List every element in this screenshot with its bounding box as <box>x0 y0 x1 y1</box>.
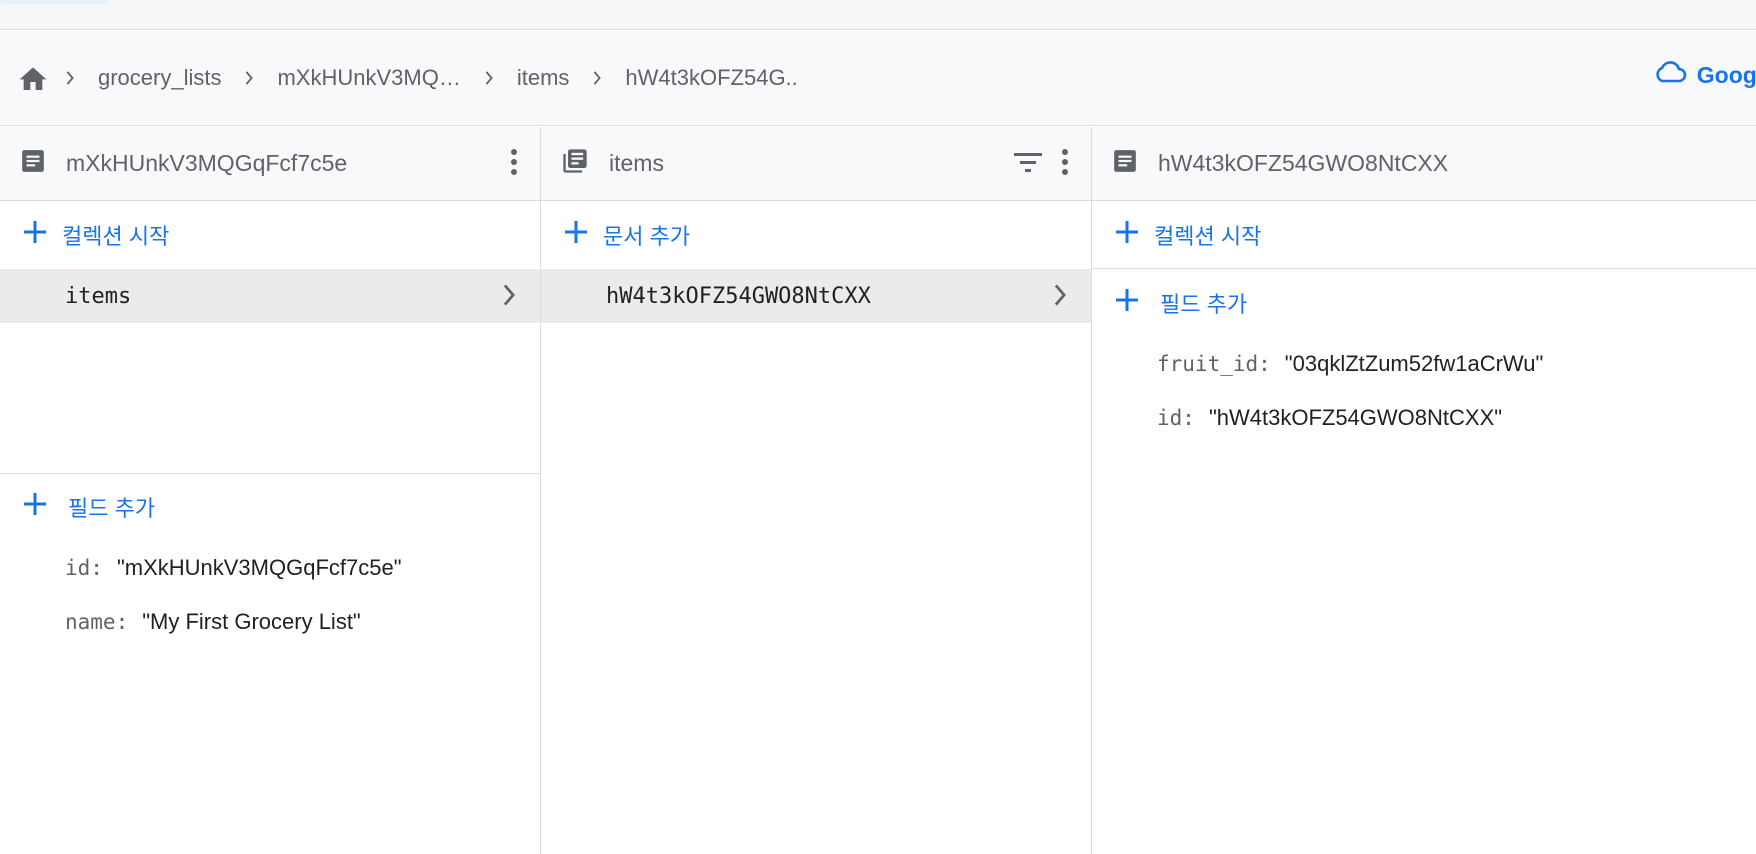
chevron-right-icon <box>229 66 269 90</box>
document-id: hW4t3kOFZ54GWO8NtCXX <box>606 283 871 309</box>
breadcrumb-item-items[interactable]: items <box>509 65 578 91</box>
field-value: "03qklZtZum52fw1aCrWu" <box>1284 351 1544 376</box>
chevron-right-icon <box>502 284 516 312</box>
field-key: id: <box>65 556 103 580</box>
plus-icon <box>1114 287 1140 319</box>
more-vert-icon[interactable] <box>1061 148 1069 181</box>
plus-icon <box>1114 219 1140 251</box>
plus-icon <box>563 219 589 251</box>
document-icon <box>20 148 46 179</box>
document-panel-title: mXkHUnkV3MQGqFcf7c5e <box>66 150 348 176</box>
field-value: "mXkHUnkV3MQGqFcf7c5e" <box>116 555 402 580</box>
add-document-label: 문서 추가 <box>603 224 691 249</box>
collection-panel: items 문서 추가 hW4t3kOFZ54GWO8NtCXX <box>541 127 1092 854</box>
field-value: "hW4t3kOFZ54GWO8NtCXX" <box>1208 405 1503 430</box>
document-panel-header: mXkHUnkV3MQGqFcf7c5e <box>0 127 540 201</box>
subcollection-name: items <box>65 283 132 309</box>
start-collection-label: 컬렉션 시작 <box>62 224 170 249</box>
chevron-right-icon <box>577 66 617 90</box>
document-icon <box>1112 148 1138 179</box>
field-row[interactable]: id: "mXkHUnkV3MQGqFcf7c5e" <box>65 541 541 595</box>
field-key: name: <box>65 610 129 634</box>
field-key: id: <box>1157 406 1195 430</box>
field-key: fruit_id: <box>1157 352 1271 376</box>
collection-panel-header: items <box>541 127 1091 201</box>
tab-indicator <box>0 0 110 4</box>
add-field-button[interactable]: 필드 추가 <box>1092 269 1756 337</box>
field-row[interactable]: fruit_id: "03qklZtZum52fw1aCrWu" <box>1157 337 1756 391</box>
collection-panel-title: items <box>609 150 664 176</box>
data-panels: mXkHUnkV3MQGqFcf7c5e 컬렉션 시작 items 필드 추가 <box>0 127 1756 854</box>
home-icon[interactable] <box>16 61 50 95</box>
document-panel: mXkHUnkV3MQGqFcf7c5e 컬렉션 시작 items 필드 추가 <box>0 127 541 854</box>
item-document-panel: hW4t3kOFZ54GWO8NtCXX 컬렉션 시작 필드 추가 fruit_… <box>1092 127 1756 854</box>
chevron-right-icon <box>50 66 90 90</box>
filter-icon[interactable] <box>1013 151 1043 178</box>
collection-icon <box>561 147 589 180</box>
more-vert-icon[interactable] <box>510 148 518 181</box>
field-row[interactable]: name: "My First Grocery List" <box>65 595 541 649</box>
chevron-right-icon <box>469 66 509 90</box>
field-value: "My First Grocery List" <box>142 609 361 634</box>
list-item-subcollection[interactable]: items <box>0 269 540 323</box>
add-field-label: 필드 추가 <box>1160 292 1248 317</box>
start-collection-button[interactable]: 컬렉션 시작 <box>1092 201 1756 269</box>
field-row[interactable]: id: "hW4t3kOFZ54GWO8NtCXX" <box>1157 391 1756 445</box>
item-document-panel-title: hW4t3kOFZ54GWO8NtCXX <box>1158 150 1449 176</box>
breadcrumb-item-list-doc[interactable]: mXkHUnkV3MQ… <box>269 65 468 91</box>
google-cloud-link[interactable]: Google <box>1653 60 1756 90</box>
cloud-icon <box>1653 60 1687 90</box>
chevron-right-icon <box>1053 284 1067 312</box>
breadcrumb-item-grocery-lists[interactable]: grocery_lists <box>90 65 229 91</box>
breadcrumb-item-item-doc[interactable]: hW4t3kOFZ54G.. <box>617 65 805 91</box>
google-cloud-link-label: Google <box>1696 61 1756 88</box>
field-list: id: "mXkHUnkV3MQGqFcf7c5e" name: "My Fir… <box>0 541 541 649</box>
plus-icon <box>22 219 48 251</box>
field-list: fruit_id: "03qklZtZum52fw1aCrWu" id: "hW… <box>1092 337 1756 445</box>
add-field-label: 필드 추가 <box>68 496 156 521</box>
add-field-button[interactable]: 필드 추가 <box>0 473 541 541</box>
start-collection-button[interactable]: 컬렉션 시작 <box>0 201 540 269</box>
browser-top-strip <box>0 0 1756 30</box>
add-document-button[interactable]: 문서 추가 <box>541 201 1091 269</box>
item-document-panel-header: hW4t3kOFZ54GWO8NtCXX <box>1092 127 1756 201</box>
start-collection-label: 컬렉션 시작 <box>1154 223 1262 249</box>
plus-icon <box>22 491 48 523</box>
list-item-document[interactable]: hW4t3kOFZ54GWO8NtCXX <box>541 269 1091 323</box>
breadcrumb: grocery_lists mXkHUnkV3MQ… items hW4t3kO… <box>0 31 1756 126</box>
